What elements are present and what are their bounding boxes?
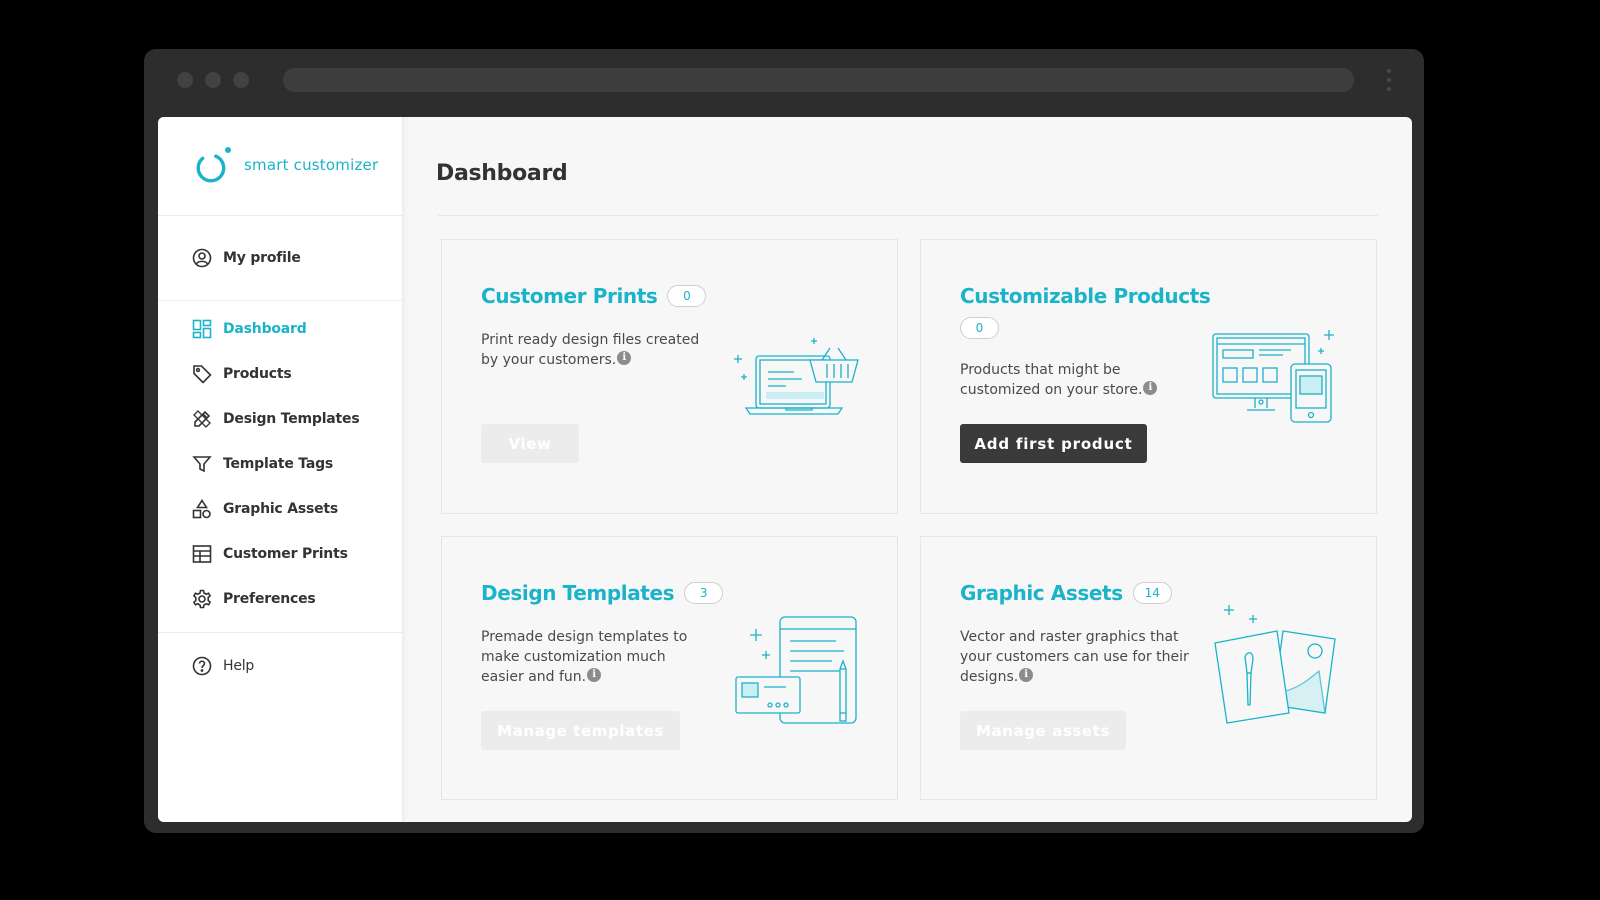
graphic-assets-card: Graphic Assets 14 Vector and raster grap… — [920, 536, 1377, 800]
gear-icon — [191, 588, 213, 610]
customer-prints-card: Customer Prints 0 Print ready design fil… — [441, 239, 898, 514]
info-icon[interactable]: i — [1143, 381, 1158, 395]
manage-templates-button[interactable]: Manage templates — [481, 711, 680, 750]
sidebar-item-label: Design Templates — [223, 411, 360, 427]
card-header: Design Templates 3 — [481, 581, 724, 605]
card-header: Graphic Assets 14 — [960, 581, 1172, 605]
sidebar-item-products[interactable]: Products — [191, 362, 292, 386]
address-bar[interactable] — [283, 68, 1354, 92]
sidebar-item-label: Products — [223, 366, 292, 382]
card-title[interactable]: Customizable Products — [960, 284, 1211, 308]
dashboard-grid-icon — [191, 318, 213, 340]
artwork-brush-icon — [1214, 605, 1336, 724]
sidebar-item-preferences[interactable]: Preferences — [191, 587, 316, 611]
browser-menu-icon[interactable] — [1386, 69, 1392, 91]
card-header: Customer Prints 0 — [481, 284, 707, 308]
card-description: Vector and raster graphics that your cus… — [960, 627, 1190, 687]
view-button[interactable]: View — [481, 424, 579, 463]
card-description-text: Vector and raster graphics that your cus… — [960, 629, 1189, 685]
documents-pencil-icon — [735, 616, 857, 724]
card-description-text: Print ready design files created by your… — [481, 332, 700, 368]
info-icon[interactable]: i — [587, 668, 602, 682]
filter-icon — [191, 453, 213, 475]
sidebar-divider — [158, 632, 403, 633]
sidebar-item-label: Template Tags — [223, 456, 334, 472]
card-description-text: Products that might be customized on you… — [960, 362, 1143, 398]
window-maximize-dot[interactable] — [233, 72, 249, 88]
sidebar-item-graphic-assets[interactable]: Graphic Assets — [191, 497, 338, 521]
card-title[interactable]: Customer Prints — [481, 284, 658, 308]
design-templates-card: Design Templates 3 Premade design templa… — [441, 536, 898, 800]
card-header: Customizable Products — [960, 284, 1211, 308]
sidebar-item-customer-prints[interactable]: Customer Prints — [191, 542, 348, 566]
brand-name: smart customizer — [244, 156, 379, 174]
sidebar-divider — [158, 300, 403, 301]
count-badge: 0 — [960, 317, 999, 339]
question-circle-icon — [191, 655, 213, 677]
window-close-dot[interactable] — [177, 72, 193, 88]
shapes-icon — [191, 498, 213, 520]
customizable-products-card: Customizable Products 0 Products that mi… — [920, 239, 1377, 514]
page-title: Dashboard — [436, 161, 568, 186]
sidebar-item-dashboard[interactable]: Dashboard — [191, 317, 307, 341]
card-description: Premade design templates to make customi… — [481, 627, 711, 687]
sidebar-item-design-templates[interactable]: Design Templates — [191, 407, 360, 431]
info-icon[interactable]: i — [617, 351, 632, 365]
tag-icon — [191, 363, 213, 385]
laptop-basket-icon — [734, 338, 859, 415]
card-title[interactable]: Design Templates — [481, 581, 675, 605]
card-title[interactable]: Graphic Assets — [960, 581, 1123, 605]
main-content: Dashboard Customer Prints 0 Print ready … — [404, 117, 1412, 822]
sidebar-item-label: Graphic Assets — [223, 501, 339, 517]
window-minimize-dot[interactable] — [205, 72, 221, 88]
page-viewport: smart customizer My profile Dashboard Pr… — [158, 117, 1412, 822]
sidebar-item-help[interactable]: Help — [191, 654, 254, 678]
sidebar-item-template-tags[interactable]: Template Tags — [191, 452, 333, 476]
card-description-text: Premade design templates to make customi… — [481, 629, 688, 685]
pencil-ruler-icon — [191, 408, 213, 430]
user-circle-icon — [191, 247, 213, 269]
sidebar: smart customizer My profile Dashboard Pr… — [158, 117, 403, 822]
prints-icon — [191, 543, 213, 565]
sidebar-item-my-profile[interactable]: My profile — [191, 246, 301, 270]
count-badge: 14 — [1132, 582, 1172, 604]
info-icon[interactable]: i — [1019, 668, 1034, 682]
sidebar-item-label: Dashboard — [223, 321, 307, 337]
sidebar-item-label: Preferences — [223, 591, 316, 607]
monitor-tablet-icon — [1212, 330, 1334, 423]
title-divider — [438, 215, 1378, 216]
count-badge: 0 — [667, 285, 707, 307]
card-description: Products that might be customized on you… — [960, 360, 1190, 400]
browser-window: smart customizer My profile Dashboard Pr… — [144, 49, 1424, 833]
brand-logo-icon — [196, 147, 231, 183]
add-first-product-button[interactable]: Add first product — [960, 424, 1147, 463]
manage-assets-button[interactable]: Manage assets — [960, 711, 1126, 750]
brand-logo[interactable]: smart customizer — [192, 145, 378, 185]
sidebar-item-label: Customer Prints — [223, 546, 348, 562]
sidebar-item-label: My profile — [223, 250, 301, 266]
card-description: Print ready design files created by your… — [481, 330, 711, 370]
count-badge: 3 — [684, 582, 724, 604]
sidebar-item-label: Help — [223, 658, 255, 674]
sidebar-divider — [158, 215, 403, 216]
